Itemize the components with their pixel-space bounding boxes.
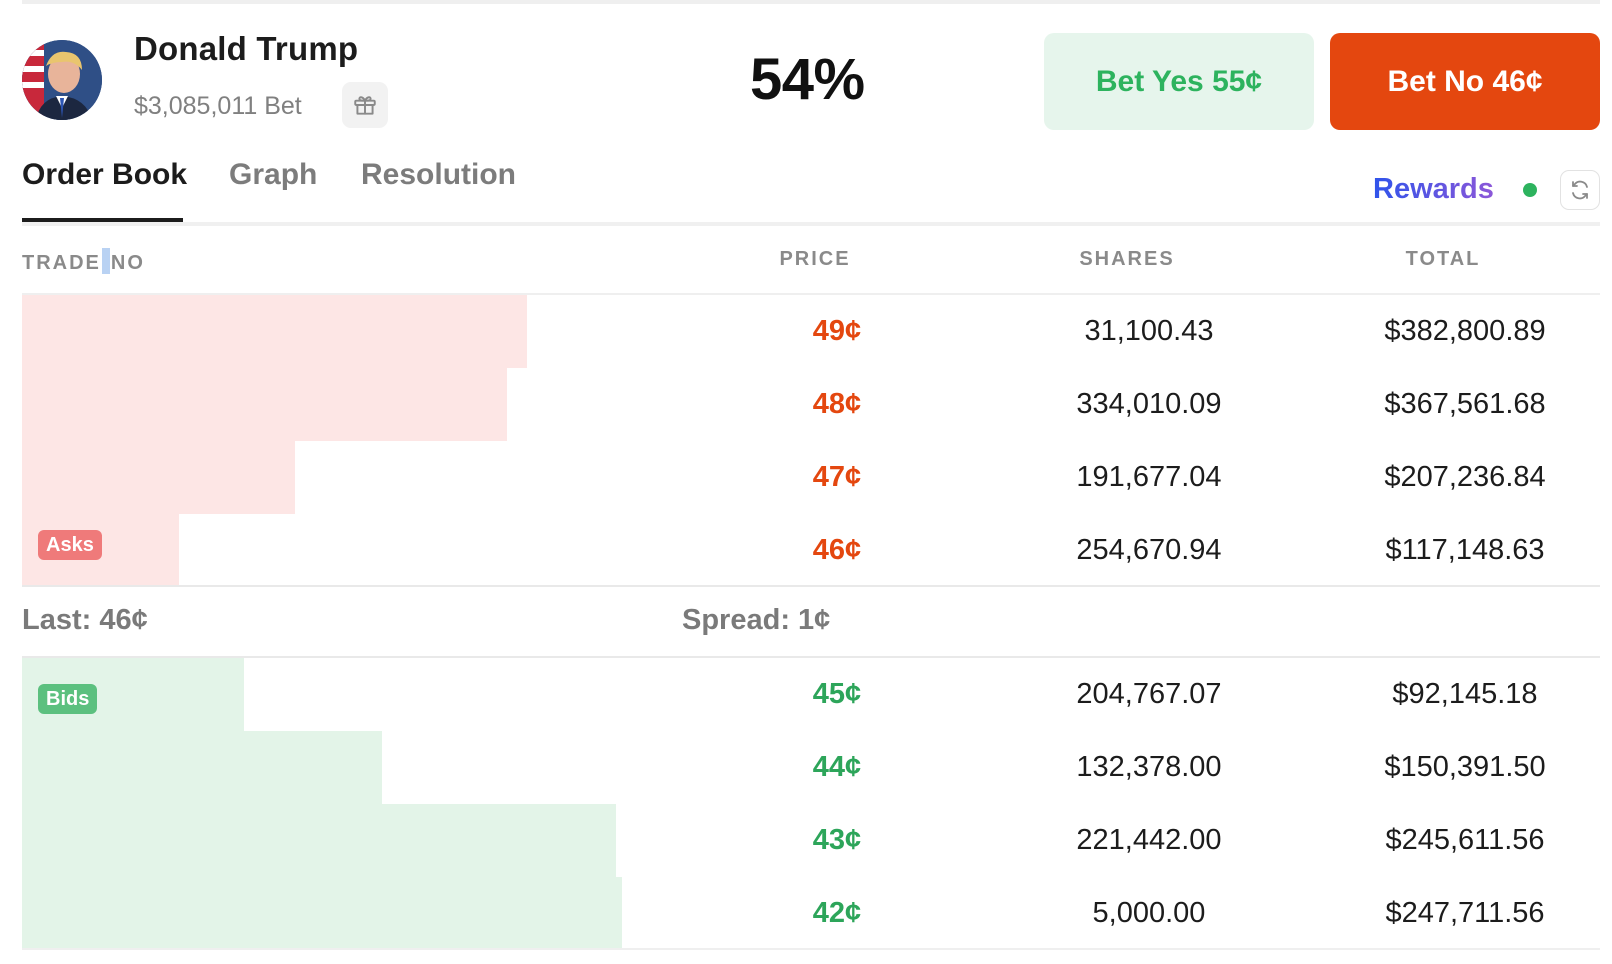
ask-price: 49¢ — [812, 315, 862, 347]
tab-graph[interactable]: Graph — [229, 158, 317, 192]
ask-total: $367,561.68 — [1384, 388, 1546, 420]
spread-value: Spread: 1¢ — [682, 604, 831, 636]
market-title: Donald Trump — [134, 30, 359, 67]
bid-price: 44¢ — [812, 751, 862, 783]
ask-depth-bar — [22, 441, 295, 514]
ask-price: 47¢ — [812, 461, 862, 493]
last-price: Last: 46¢ — [22, 604, 148, 636]
bottom-divider — [22, 948, 1600, 950]
ask-row[interactable]: Asks 46¢ 254,670.94 $117,148.63 — [22, 514, 1600, 587]
bid-row[interactable]: Bids 45¢ 204,767.07 $92,145.18 — [22, 658, 1600, 731]
bid-price: 45¢ — [812, 678, 862, 710]
ask-row[interactable]: 49¢ 31,100.43 $382,800.89 — [22, 295, 1600, 368]
price-column-header: PRICE — [779, 248, 851, 270]
candidate-avatar — [22, 40, 102, 120]
market-volume: $3,085,011 Bet — [134, 92, 302, 120]
ask-price: 48¢ — [812, 388, 862, 420]
ask-row[interactable]: 48¢ 334,010.09 $367,561.68 — [22, 368, 1600, 441]
bet-no-button[interactable]: Bet No 46¢ — [1330, 33, 1600, 130]
ask-shares: 191,677.04 — [1076, 461, 1222, 493]
ask-shares: 334,010.09 — [1076, 388, 1222, 420]
bid-depth-bar — [22, 804, 616, 877]
bid-shares: 132,378.00 — [1076, 751, 1222, 783]
bid-price: 42¢ — [812, 897, 862, 929]
spread-divider-top — [22, 585, 1600, 587]
ask-total: $117,148.63 — [1385, 534, 1545, 566]
bid-row[interactable]: 42¢ 5,000.00 $247,711.56 — [22, 877, 1600, 950]
bid-depth-bar — [22, 731, 382, 804]
bid-total: $245,611.56 — [1385, 824, 1545, 856]
bids-badge: Bids — [38, 684, 98, 714]
bid-shares: 221,442.00 — [1076, 824, 1222, 856]
tab-order-book[interactable]: Order Book — [22, 158, 187, 192]
trade-header-label: TRADE — [22, 252, 101, 274]
bid-shares: 204,767.07 — [1076, 678, 1222, 710]
bid-total: $150,391.50 — [1384, 751, 1546, 783]
bet-yes-button[interactable]: Bet Yes 55¢ — [1044, 33, 1314, 130]
bid-row[interactable]: 43¢ 221,442.00 $245,611.56 — [22, 804, 1600, 877]
tabs-divider — [22, 222, 1600, 226]
probability-value: 54% — [750, 47, 865, 112]
ask-price: 46¢ — [812, 534, 862, 566]
ask-row[interactable]: 47¢ 191,677.04 $207,236.84 — [22, 441, 1600, 514]
gift-button[interactable] — [342, 82, 388, 128]
bid-price: 43¢ — [812, 824, 862, 856]
bid-row[interactable]: 44¢ 132,378.00 $150,391.50 — [22, 731, 1600, 804]
top-divider — [22, 0, 1600, 4]
trade-column-header: TRADE NO — [22, 248, 145, 275]
rewards-link[interactable]: Rewards — [1373, 173, 1494, 206]
bid-total: $247,711.56 — [1385, 897, 1545, 929]
ask-depth-bar — [22, 368, 507, 441]
ask-total: $382,800.89 — [1384, 315, 1546, 347]
live-status-dot — [1523, 183, 1537, 197]
shares-column-header: SHARES — [1079, 248, 1175, 270]
trade-header-side: NO — [110, 252, 145, 274]
ask-shares: 254,670.94 — [1076, 534, 1222, 566]
ask-shares: 31,100.43 — [1084, 315, 1214, 347]
bid-total: $92,145.18 — [1392, 678, 1538, 710]
refresh-button[interactable] — [1560, 170, 1600, 210]
bid-shares: 5,000.00 — [1092, 897, 1206, 929]
tab-resolution[interactable]: Resolution — [361, 158, 516, 192]
gift-icon — [354, 96, 376, 115]
total-column-header: TOTAL — [1405, 248, 1481, 270]
asks-badge: Asks — [38, 530, 102, 560]
refresh-icon — [1572, 180, 1588, 200]
ask-depth-bar — [22, 295, 527, 368]
text-cursor — [101, 248, 110, 274]
ask-total: $207,236.84 — [1384, 461, 1546, 493]
bid-depth-bar — [22, 877, 622, 950]
